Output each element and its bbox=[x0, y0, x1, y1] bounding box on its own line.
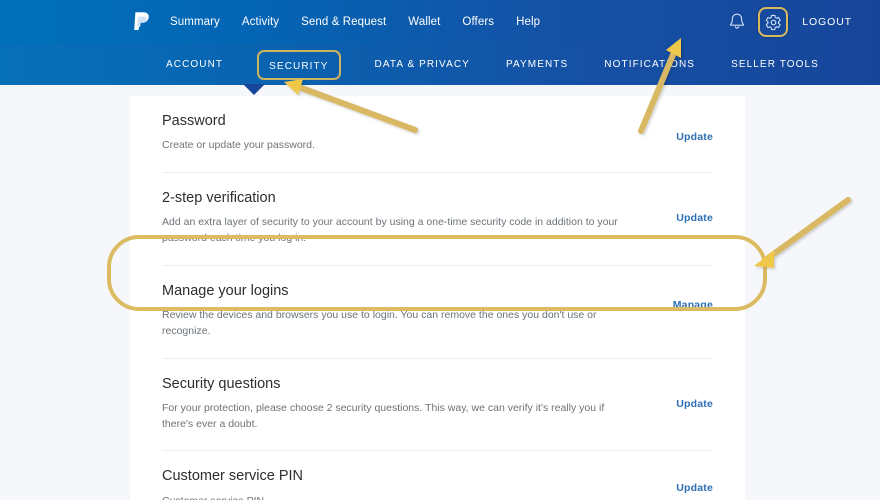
customer-service-pin-update-link[interactable]: Update bbox=[676, 468, 713, 494]
password-update-link[interactable]: Update bbox=[676, 113, 713, 143]
security-row-password[interactable]: Password Create or update your password.… bbox=[162, 96, 713, 173]
row-description: Add an extra layer of security to your a… bbox=[162, 216, 618, 245]
security-row-2-step-verification[interactable]: 2-step verification Add an extra layer o… bbox=[162, 173, 713, 266]
top-header: Summary Activity Send & Request Wallet O… bbox=[0, 0, 880, 44]
nav-item-help[interactable]: Help bbox=[516, 16, 540, 28]
highlight-gear-icon bbox=[758, 7, 789, 37]
row-description: For your protection, please choose 2 sec… bbox=[162, 401, 605, 431]
settings-subnav: ACCOUNT SECURITY DATA & PRIVACY PAYMENTS… bbox=[0, 44, 880, 85]
nav-item-summary[interactable]: Summary bbox=[170, 16, 220, 28]
paypal-logo[interactable] bbox=[132, 11, 152, 33]
row-title: Customer service PIN bbox=[162, 468, 304, 485]
row-title: Security questions bbox=[162, 375, 281, 392]
page-body: Password Create or update your password.… bbox=[0, 85, 880, 500]
security-rows-list: Password Create or update your password.… bbox=[130, 96, 745, 500]
header-right-group: LOGOUT bbox=[726, 0, 880, 44]
settings-gear-icon[interactable] bbox=[758, 7, 789, 37]
subnav-item-account[interactable]: ACCOUNT bbox=[164, 54, 225, 75]
notification-bell-icon[interactable] bbox=[726, 11, 748, 33]
row-title: 2-step verification bbox=[162, 189, 276, 206]
nav-item-offers[interactable]: Offers bbox=[462, 16, 494, 28]
row-title: Password bbox=[162, 113, 226, 129]
security-row-customer-service-pin[interactable]: Customer service PIN Customer service PI… bbox=[162, 451, 713, 500]
row-title: Manage your logins bbox=[162, 282, 289, 299]
subnav-item-payments[interactable]: PAYMENTS bbox=[504, 54, 570, 75]
nav-item-wallet[interactable]: Wallet bbox=[408, 16, 440, 28]
subnav-item-data-privacy[interactable]: DATA & PRIVACY bbox=[373, 54, 472, 75]
two-step-update-link[interactable]: Update bbox=[676, 190, 713, 224]
nav-item-activity[interactable]: Activity bbox=[242, 16, 279, 28]
security-settings-card: Password Create or update your password.… bbox=[130, 96, 745, 500]
logout-button[interactable]: LOGOUT bbox=[802, 16, 852, 28]
row-description: Customer service PIN bbox=[162, 493, 303, 500]
row-description: Review the devices and browsers you use … bbox=[162, 308, 597, 338]
manage-logins-link[interactable]: Manage bbox=[673, 283, 713, 311]
nav-item-send-request[interactable]: Send & Request bbox=[301, 16, 386, 28]
main-navigation: Summary Activity Send & Request Wallet O… bbox=[170, 16, 540, 28]
security-row-security-questions[interactable]: Security questions For your protection, … bbox=[162, 359, 713, 452]
subnav-item-notifications[interactable]: NOTIFICATIONS bbox=[602, 54, 697, 75]
row-description: Create or update your password. bbox=[162, 139, 315, 152]
security-questions-update-link[interactable]: Update bbox=[676, 376, 713, 410]
subnav-item-seller-tools[interactable]: SELLER TOOLS bbox=[729, 54, 821, 75]
security-row-manage-your-logins[interactable]: Manage your logins Review the devices an… bbox=[162, 266, 713, 359]
active-tab-caret bbox=[243, 84, 265, 95]
subnav-item-security[interactable]: SECURITY bbox=[257, 49, 341, 80]
subnav-item-security-label[interactable]: SECURITY bbox=[267, 56, 330, 77]
